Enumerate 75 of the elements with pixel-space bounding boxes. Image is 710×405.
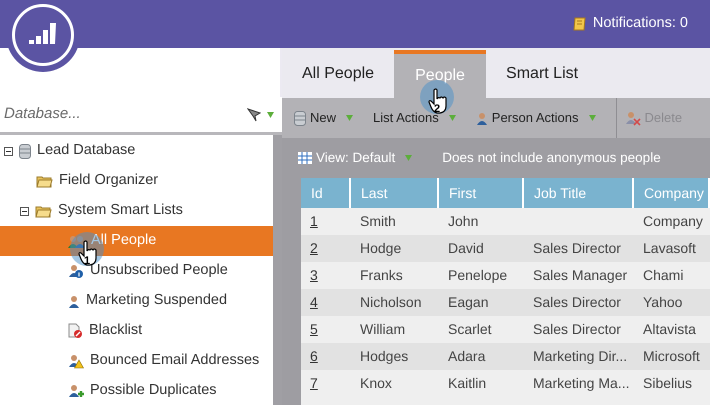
tree-item[interactable]: Lead Database bbox=[37, 140, 136, 162]
filter-icon[interactable] bbox=[247, 108, 261, 122]
tree-item[interactable]: Marketing Suspended bbox=[86, 290, 228, 312]
table-cell-text: Penelope bbox=[448, 266, 508, 285]
table-cell-text: Sales Director bbox=[533, 293, 621, 312]
record-link[interactable]: 3 bbox=[310, 265, 318, 286]
table-cell-text: Microsoft bbox=[643, 347, 700, 366]
record-link[interactable]: 1 bbox=[310, 211, 318, 232]
dropdown-arrow-icon bbox=[405, 155, 412, 161]
dropdown-arrow-icon bbox=[346, 115, 354, 121]
tree-item[interactable]: Possible Duplicates bbox=[90, 380, 217, 402]
person-warning-icon bbox=[68, 353, 84, 369]
collapse-icon[interactable] bbox=[20, 206, 29, 216]
people-icon bbox=[68, 234, 85, 248]
step-number: 2 bbox=[434, 102, 440, 115]
table-cell-text: Altavista bbox=[643, 320, 696, 339]
person-icon bbox=[476, 110, 488, 126]
table-cell-text: Scarlet bbox=[448, 320, 492, 339]
table-cell-text: Sales Director bbox=[533, 239, 621, 258]
note-icon bbox=[572, 17, 587, 31]
bar-chart-icon bbox=[29, 23, 57, 45]
tab[interactable]: All People bbox=[282, 50, 394, 98]
folder-icon bbox=[36, 174, 53, 188]
table-cell-text: Chami bbox=[643, 266, 684, 285]
database-icon bbox=[294, 110, 306, 126]
table-cell-text: Sales Director bbox=[533, 320, 621, 339]
tree-item[interactable]: Field Organizer bbox=[59, 170, 158, 192]
tree-item[interactable]: System Smart Lists bbox=[58, 200, 183, 222]
table-cell-text: Eagan bbox=[448, 293, 488, 312]
table-cell-text: Kaitlin bbox=[448, 374, 486, 393]
view-note: Does not include anonymous people bbox=[442, 148, 661, 167]
dropdown-arrow-icon bbox=[267, 112, 274, 118]
table-cell-text: Franks bbox=[360, 266, 403, 285]
tree-item[interactable]: Bounced Email Addresses bbox=[90, 350, 260, 372]
record-link[interactable]: 4 bbox=[310, 292, 318, 313]
table-cell-text: Knox bbox=[360, 374, 392, 393]
step-number: 1 bbox=[84, 254, 90, 269]
search-field[interactable]: Database... bbox=[4, 103, 247, 126]
table-cell-text: Adara bbox=[448, 347, 486, 366]
scrollbar[interactable] bbox=[273, 135, 282, 405]
record-link[interactable]: 6 bbox=[310, 346, 318, 367]
toolbar-button[interactable]: New bbox=[294, 108, 354, 128]
database-icon bbox=[19, 144, 31, 158]
table-cell-text: Sales Manager bbox=[533, 266, 628, 285]
record-link[interactable]: 7 bbox=[310, 373, 318, 394]
grid-icon bbox=[298, 152, 312, 164]
blocked-document-icon bbox=[68, 323, 83, 339]
delete-person-icon bbox=[624, 110, 640, 126]
table-cell-text: Hodges bbox=[360, 347, 408, 366]
person-info-icon bbox=[68, 263, 84, 279]
table-cell-text: Smith bbox=[360, 212, 396, 231]
tree-item[interactable]: Blacklist bbox=[89, 320, 142, 342]
table-cell-text: Yahoo bbox=[643, 293, 682, 312]
table-cell-text: Nicholson bbox=[360, 293, 422, 312]
record-link[interactable]: 2 bbox=[310, 238, 318, 259]
person-add-icon bbox=[68, 383, 84, 399]
notifications-link[interactable]: Notifications: 0 bbox=[592, 13, 688, 35]
tab[interactable]: Smart List bbox=[486, 50, 598, 98]
table-cell-text: Company bbox=[643, 212, 703, 231]
table-cell-text: William bbox=[360, 320, 406, 339]
tree-item[interactable]: Unsubscribed People bbox=[90, 260, 228, 282]
dropdown-arrow-icon bbox=[448, 115, 456, 121]
table-cell-text: David bbox=[448, 239, 484, 258]
folder-icon bbox=[35, 204, 52, 218]
record-link[interactable]: 5 bbox=[310, 319, 318, 340]
table-cell-text: Hodge bbox=[360, 239, 402, 258]
collapse-icon[interactable] bbox=[4, 146, 13, 156]
table-cell-text: John bbox=[448, 212, 478, 231]
table-cell-text: Marketing Dir... bbox=[533, 347, 628, 366]
dropdown-arrow-icon bbox=[588, 115, 596, 121]
person-icon bbox=[68, 294, 80, 308]
toolbar-button[interactable]: Person Actions bbox=[476, 108, 596, 128]
table-cell-text: Sibelius bbox=[643, 374, 692, 393]
table-cell-text: Marketing Ma... bbox=[533, 374, 630, 393]
table-cell-text: Lavasoft bbox=[643, 239, 696, 258]
